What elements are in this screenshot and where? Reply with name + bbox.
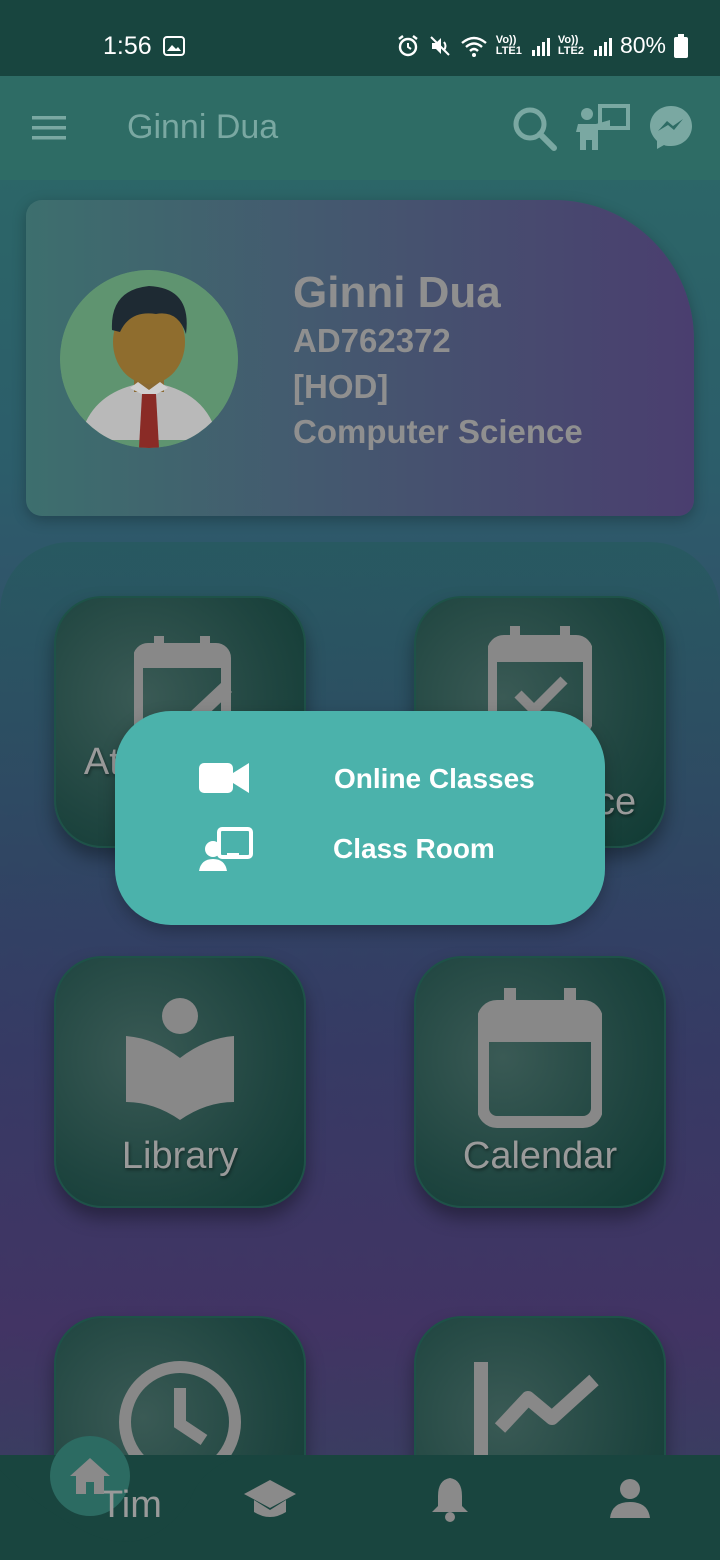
menu-icon[interactable] <box>32 114 66 142</box>
status-bar: 1:56 Vo)) LTE1 Vo)) LTE2 80% <box>0 0 720 76</box>
profile-department: Computer Science <box>293 413 583 450</box>
library-icon <box>126 998 234 1120</box>
profile-icon[interactable] <box>610 1478 650 1518</box>
alarm-icon <box>398 34 418 56</box>
popup-item-online-classes[interactable]: Online Classes <box>115 749 605 809</box>
teacher-icon[interactable] <box>574 104 630 152</box>
tile-library-label: Library <box>121 1135 239 1177</box>
popup-label-class-room: Class Room <box>333 833 495 864</box>
messenger-icon[interactable] <box>648 104 694 150</box>
profile-role: [HOD] <box>293 368 389 405</box>
avatar-illustration <box>60 270 238 448</box>
lte2-text: LTE2 <box>557 44 584 57</box>
popup-item-class-room[interactable]: Class Room <box>115 819 605 879</box>
profile-id: AD762372 <box>293 322 451 359</box>
profile-name: Ginni Dua <box>293 268 501 317</box>
tile-calendar-label: Calendar <box>462 1135 618 1177</box>
classroom-icon <box>199 827 253 871</box>
battery-icon <box>674 33 688 58</box>
graduation-cap-icon[interactable] <box>244 1478 296 1520</box>
battery-percent: 80% <box>619 32 666 58</box>
status-time: 1:56 <box>103 32 152 60</box>
search-icon[interactable] <box>510 104 558 152</box>
mute-icon <box>430 35 450 56</box>
avatar[interactable] <box>60 270 238 448</box>
class-type-popup: Online Classes Class Room <box>115 711 605 925</box>
calendar-icon <box>478 988 602 1128</box>
vo2-label: Vo)) <box>557 33 579 46</box>
vo-label: Vo)) <box>495 33 517 46</box>
chart-line-icon <box>474 1362 599 1460</box>
lte1-label: Vo)) LTE1 <box>495 33 522 57</box>
wifi-icon <box>461 36 487 57</box>
signal-icon <box>531 37 550 56</box>
video-camera-icon <box>199 763 249 793</box>
app-title: Ginni Dua <box>127 108 279 146</box>
popup-label-online-classes: Online Classes <box>334 763 535 794</box>
bell-icon[interactable] <box>430 1476 470 1522</box>
image-icon <box>163 36 185 56</box>
status-indicators: Vo)) LTE1 Vo)) LTE2 80% <box>396 32 688 59</box>
home-icon <box>70 1458 110 1494</box>
lte1-text: LTE1 <box>495 44 522 57</box>
lte2-label: Vo)) LTE2 <box>557 33 584 57</box>
signal2-icon <box>593 37 612 56</box>
